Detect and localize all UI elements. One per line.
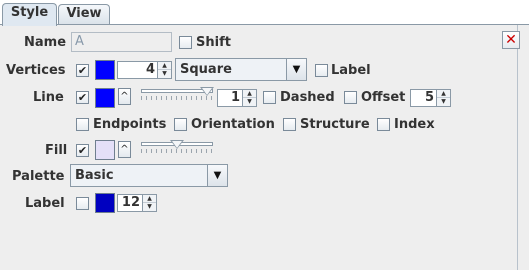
- tab-strip: Style View: [0, 0, 529, 26]
- offset-spinner[interactable]: 5 ▲ ▼: [410, 89, 451, 107]
- palette-select[interactable]: Basic ▼: [70, 164, 228, 187]
- index-label: Index: [394, 117, 435, 132]
- vertices-size-arrows[interactable]: ▲ ▼: [157, 62, 171, 78]
- line-color-swatch[interactable]: [95, 88, 115, 108]
- line-checkbox[interactable]: ✔: [76, 91, 89, 104]
- spinner-down-icon[interactable]: ▼: [437, 98, 450, 106]
- offset-label: Offset: [361, 90, 406, 105]
- label-size-arrows[interactable]: ▲ ▼: [142, 195, 156, 211]
- spinner-up-icon[interactable]: ▲: [158, 62, 171, 70]
- chevron-down-icon[interactable]: ▼: [207, 165, 227, 186]
- tab-view[interactable]: View: [58, 4, 110, 24]
- structure-label: Structure: [300, 117, 370, 132]
- orientation-checkbox[interactable]: [174, 118, 187, 131]
- line-width-value: 1: [230, 90, 240, 105]
- index-checkbox[interactable]: [377, 118, 390, 131]
- right-scroll-edge: [517, 25, 529, 270]
- tab-style-label: Style: [10, 5, 49, 20]
- endpoints-checkbox[interactable]: [76, 118, 89, 131]
- structure-checkbox[interactable]: [283, 118, 296, 131]
- line-width-spinner[interactable]: 1 ▲ ▼: [217, 89, 257, 107]
- offset-checkbox[interactable]: [344, 91, 357, 104]
- vertices-size-value: 4: [145, 62, 155, 77]
- vertex-label-text: Label: [331, 63, 371, 78]
- caret-up-icon: ^: [120, 91, 129, 102]
- shift-checkbox[interactable]: [179, 36, 192, 49]
- close-button[interactable]: ✕: [502, 31, 520, 49]
- shift-label: Shift: [196, 35, 231, 50]
- vertices-color-swatch[interactable]: [95, 60, 115, 80]
- close-icon: ✕: [505, 32, 517, 48]
- line-style-popup-button[interactable]: ^: [118, 88, 131, 105]
- slider-ticks: [141, 149, 213, 153]
- slider-thumb[interactable]: [170, 140, 184, 149]
- line-label: Line: [33, 90, 64, 105]
- caret-up-icon: ^: [120, 144, 129, 155]
- spinner-up-icon[interactable]: ▲: [143, 195, 156, 203]
- fill-opacity-slider[interactable]: [141, 140, 213, 156]
- vertex-shape-value: Square: [180, 62, 232, 77]
- endpoints-label: Endpoints: [93, 117, 167, 132]
- label-size-value: 12: [121, 195, 140, 210]
- spinner-down-icon[interactable]: ▼: [243, 98, 256, 106]
- slider-ticks: [141, 96, 213, 100]
- line-opacity-slider[interactable]: [141, 87, 215, 103]
- dashed-label: Dashed: [280, 90, 335, 105]
- line-width-arrows[interactable]: ▲ ▼: [242, 90, 256, 106]
- fill-color-swatch[interactable]: [95, 140, 115, 160]
- palette-value: Basic: [75, 168, 114, 183]
- orientation-label: Orientation: [191, 117, 275, 132]
- label-row-label: Label: [25, 196, 65, 211]
- vertices-label: Vertices: [6, 63, 66, 78]
- offset-arrows[interactable]: ▲ ▼: [436, 90, 450, 106]
- spinner-down-icon[interactable]: ▼: [158, 70, 171, 78]
- slider-thumb[interactable]: [200, 87, 215, 96]
- fill-checkbox[interactable]: ✔: [76, 144, 89, 157]
- name-label: Name: [24, 35, 67, 50]
- spinner-up-icon[interactable]: ▲: [437, 90, 450, 98]
- label-row-checkbox[interactable]: [76, 197, 89, 210]
- name-field[interactable]: A: [71, 32, 172, 52]
- spinner-up-icon[interactable]: ▲: [243, 90, 256, 98]
- label-size-spinner[interactable]: 12 ▲ ▼: [117, 194, 157, 212]
- label-color-swatch[interactable]: [95, 193, 115, 213]
- tab-view-label: View: [66, 6, 102, 21]
- fill-label: Fill: [45, 143, 68, 158]
- spinner-down-icon[interactable]: ▼: [143, 203, 156, 211]
- palette-label: Palette: [12, 169, 65, 184]
- tab-style[interactable]: Style: [2, 3, 57, 26]
- chevron-down-icon[interactable]: ▼: [286, 59, 306, 80]
- vertex-label-checkbox[interactable]: [315, 64, 328, 77]
- fill-style-popup-button[interactable]: ^: [118, 141, 131, 158]
- offset-value: 5: [424, 90, 434, 105]
- vertices-size-spinner[interactable]: 4 ▲ ▼: [117, 61, 172, 79]
- vertices-checkbox[interactable]: ✔: [76, 64, 89, 77]
- vertex-shape-select[interactable]: Square ▼: [175, 58, 307, 81]
- dashed-checkbox[interactable]: [263, 91, 276, 104]
